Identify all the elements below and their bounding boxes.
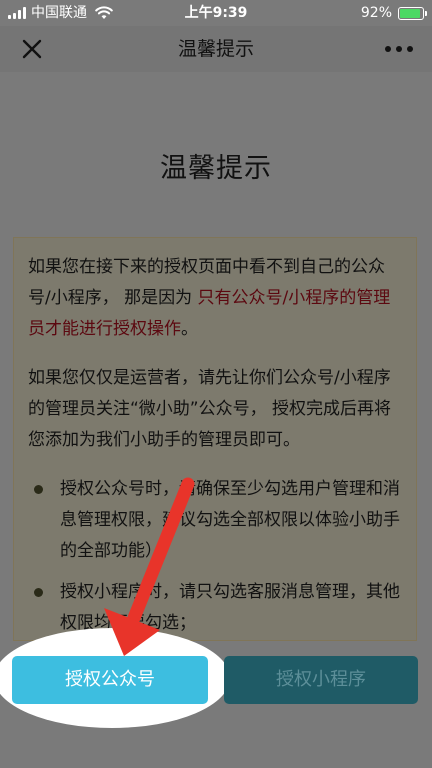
nav-title: 温馨提示	[177, 38, 254, 60]
battery-fill	[400, 8, 421, 18]
bullet-dot	[34, 588, 43, 597]
battery-percent: 92%	[360, 5, 392, 21]
arrow-annotation-icon	[104, 477, 195, 656]
battery-icon	[398, 6, 427, 20]
status-right: 92%	[360, 0, 427, 26]
nav-bar: 温馨提示	[0, 26, 432, 72]
authorize-official-account-button[interactable]: 授权公众号	[12, 656, 208, 704]
authorize-mini-program-button[interactable]: 授权小程序	[224, 656, 418, 704]
page-heading: 温馨提示	[160, 153, 272, 184]
bullet-item: 授权公众号时，请确保至少勾选用户管理和消息管理权限，建议勾选全部权限以体验小助手…	[28, 474, 402, 567]
notice-paragraph-1: 如果您在接下来的授权页面中看不到自己的公众号/小程序， 那是因为 只有公众号/小…	[28, 252, 402, 345]
bullet-dot	[34, 485, 43, 494]
notice-box: 如果您在接下来的授权页面中看不到自己的公众号/小程序， 那是因为 只有公众号/小…	[13, 237, 417, 641]
status-bar: 中国联通 上午9:39 92%	[0, 0, 432, 26]
more-icon[interactable]	[384, 42, 414, 56]
notice-paragraph-2: 如果您仅仅是运营者，请先让你们公众号/小程序的管理员关注“微小助”公众号， 授权…	[28, 368, 392, 450]
para1-text-end: 。	[181, 319, 198, 339]
